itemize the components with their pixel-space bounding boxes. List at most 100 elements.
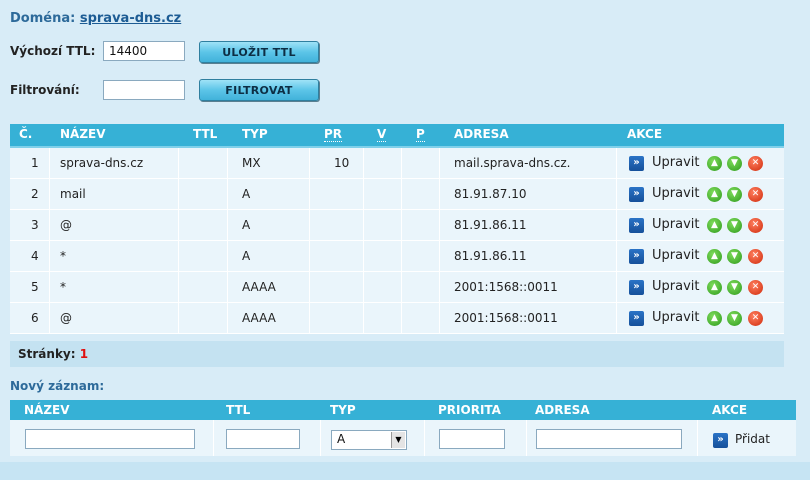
new-col-ttl: TTL	[226, 403, 251, 417]
col-num: Č.	[19, 127, 33, 141]
new-record-title: Nový záznam:	[10, 379, 105, 393]
cell-address: 2001:1568::0011	[454, 311, 558, 325]
domain-label: Doména:	[10, 11, 76, 26]
new-col-name: NÁZEV	[24, 403, 70, 417]
arrow-up-circle-icon[interactable]: ▲	[707, 311, 722, 326]
cell-num: 2	[31, 187, 39, 201]
cell-address: 81.91.87.10	[454, 187, 527, 201]
double-chevron-right-icon[interactable]: »	[629, 311, 644, 326]
add-record-button[interactable]: Přidat	[735, 432, 770, 446]
cell-priority: 10	[334, 156, 350, 170]
cell-num: 5	[31, 280, 39, 294]
cell-num: 6	[31, 311, 39, 325]
ttl-input[interactable]	[103, 41, 185, 61]
cell-name: sprava-dns.cz	[60, 156, 144, 170]
col-weight: V	[377, 127, 387, 142]
x-circle-icon[interactable]: ✕	[748, 218, 763, 233]
new-col-actions: AKCE	[712, 403, 748, 417]
table-row: 4 * A 81.91.86.11 » Upravit ▲ ▼ ✕	[10, 241, 784, 272]
domain-heading: Doména: sprava-dns.cz	[10, 11, 181, 26]
new-name-input[interactable]	[25, 429, 195, 449]
edit-link[interactable]: Upravit	[652, 148, 699, 178]
cell-type: AAAA	[242, 280, 276, 294]
cell-address: 2001:1568::0011	[454, 280, 558, 294]
pagination-label: Stránky:	[18, 347, 76, 361]
edit-link[interactable]: Upravit	[652, 179, 699, 209]
double-chevron-right-icon[interactable]: »	[629, 218, 644, 233]
cell-type: A	[242, 218, 251, 232]
edit-link[interactable]: Upravit	[652, 241, 699, 271]
x-circle-icon[interactable]: ✕	[748, 249, 763, 264]
double-chevron-right-icon[interactable]: »	[629, 187, 644, 202]
pagination-bar: Stránky: 1	[10, 341, 784, 367]
edit-link[interactable]: Upravit	[652, 303, 699, 333]
arrow-up-circle-icon[interactable]: ▲	[707, 156, 722, 171]
cell-num: 1	[31, 156, 39, 170]
x-circle-icon[interactable]: ✕	[748, 156, 763, 171]
cell-name: @	[60, 311, 72, 325]
new-priority-input[interactable]	[439, 429, 505, 449]
table-row: 6 @ AAAA 2001:1568::0011 » Upravit ▲ ▼ ✕	[10, 303, 784, 334]
x-circle-icon[interactable]: ✕	[748, 280, 763, 295]
table-row: 3 @ A 81.91.86.11 » Upravit ▲ ▼ ✕	[10, 210, 784, 241]
cell-type: A	[242, 187, 251, 201]
col-ttl: TTL	[193, 127, 218, 141]
table-row: 5 * AAAA 2001:1568::0011 » Upravit ▲ ▼ ✕	[10, 272, 784, 303]
col-address: ADRESA	[454, 127, 509, 141]
double-chevron-right-icon[interactable]: »	[713, 433, 728, 448]
arrow-up-circle-icon[interactable]: ▲	[707, 187, 722, 202]
table-row: 2 mail A 81.91.87.10 » Upravit ▲ ▼ ✕	[10, 179, 784, 210]
cell-num: 3	[31, 218, 39, 232]
double-chevron-right-icon[interactable]: »	[629, 280, 644, 295]
new-ttl-input[interactable]	[226, 429, 300, 449]
new-type-select[interactable]: A ▼	[331, 430, 407, 450]
edit-link[interactable]: Upravit	[652, 272, 699, 302]
new-col-type: TYP	[330, 403, 356, 417]
cell-num: 4	[31, 249, 39, 263]
x-circle-icon[interactable]: ✕	[748, 187, 763, 202]
col-priority: PR	[324, 127, 343, 142]
new-col-priority: PRIORITA	[438, 403, 501, 417]
cell-type: MX	[242, 156, 261, 170]
filter-button[interactable]: FILTROVAT	[199, 79, 319, 101]
arrow-down-circle-icon[interactable]: ▼	[727, 249, 742, 264]
records-table-header: Č. NÁZEV TTL TYP PR V P ADRESA AKCE	[10, 124, 784, 148]
arrow-up-circle-icon[interactable]: ▲	[707, 218, 722, 233]
cell-address: 81.91.86.11	[454, 218, 527, 232]
arrow-down-circle-icon[interactable]: ▼	[727, 187, 742, 202]
table-row: 1 sprava-dns.cz MX 10 mail.sprava-dns.cz. » Up…	[10, 148, 784, 179]
col-name: NÁZEV	[60, 127, 106, 141]
domain-link[interactable]: sprava-dns.cz	[80, 11, 181, 26]
cell-type: AAAA	[242, 311, 276, 325]
pagination-current-page[interactable]: 1	[80, 347, 88, 361]
edit-link[interactable]: Upravit	[652, 210, 699, 240]
save-ttl-button[interactable]: ULOŽIT TTL	[199, 41, 319, 63]
footer-strip	[0, 462, 810, 480]
arrow-down-circle-icon[interactable]: ▼	[727, 156, 742, 171]
cell-address: mail.sprava-dns.cz.	[454, 156, 571, 170]
cell-address: 81.91.86.11	[454, 249, 527, 263]
arrow-down-circle-icon[interactable]: ▼	[727, 218, 742, 233]
cell-type: A	[242, 249, 251, 263]
col-port: P	[416, 127, 425, 142]
filter-input[interactable]	[103, 80, 185, 100]
double-chevron-right-icon[interactable]: »	[629, 249, 644, 264]
new-address-input[interactable]	[536, 429, 682, 449]
x-circle-icon[interactable]: ✕	[748, 311, 763, 326]
arrow-down-circle-icon[interactable]: ▼	[727, 311, 742, 326]
col-actions: AKCE	[627, 127, 663, 141]
cell-name: mail	[60, 187, 86, 201]
dropdown-arrow-icon: ▼	[391, 432, 405, 448]
cell-name: *	[60, 249, 66, 263]
arrow-up-circle-icon[interactable]: ▲	[707, 280, 722, 295]
cell-name: @	[60, 218, 72, 232]
col-type: TYP	[242, 127, 268, 141]
new-record-header: NÁZEV TTL TYP PRIORITA ADRESA AKCE	[10, 400, 796, 420]
new-col-address: ADRESA	[535, 403, 590, 417]
arrow-up-circle-icon[interactable]: ▲	[707, 249, 722, 264]
arrow-down-circle-icon[interactable]: ▼	[727, 280, 742, 295]
filter-label: Filtrování:	[10, 83, 80, 97]
double-chevron-right-icon[interactable]: »	[629, 156, 644, 171]
new-record-row: A ▼ » Přidat	[10, 420, 796, 456]
cell-name: *	[60, 280, 66, 294]
